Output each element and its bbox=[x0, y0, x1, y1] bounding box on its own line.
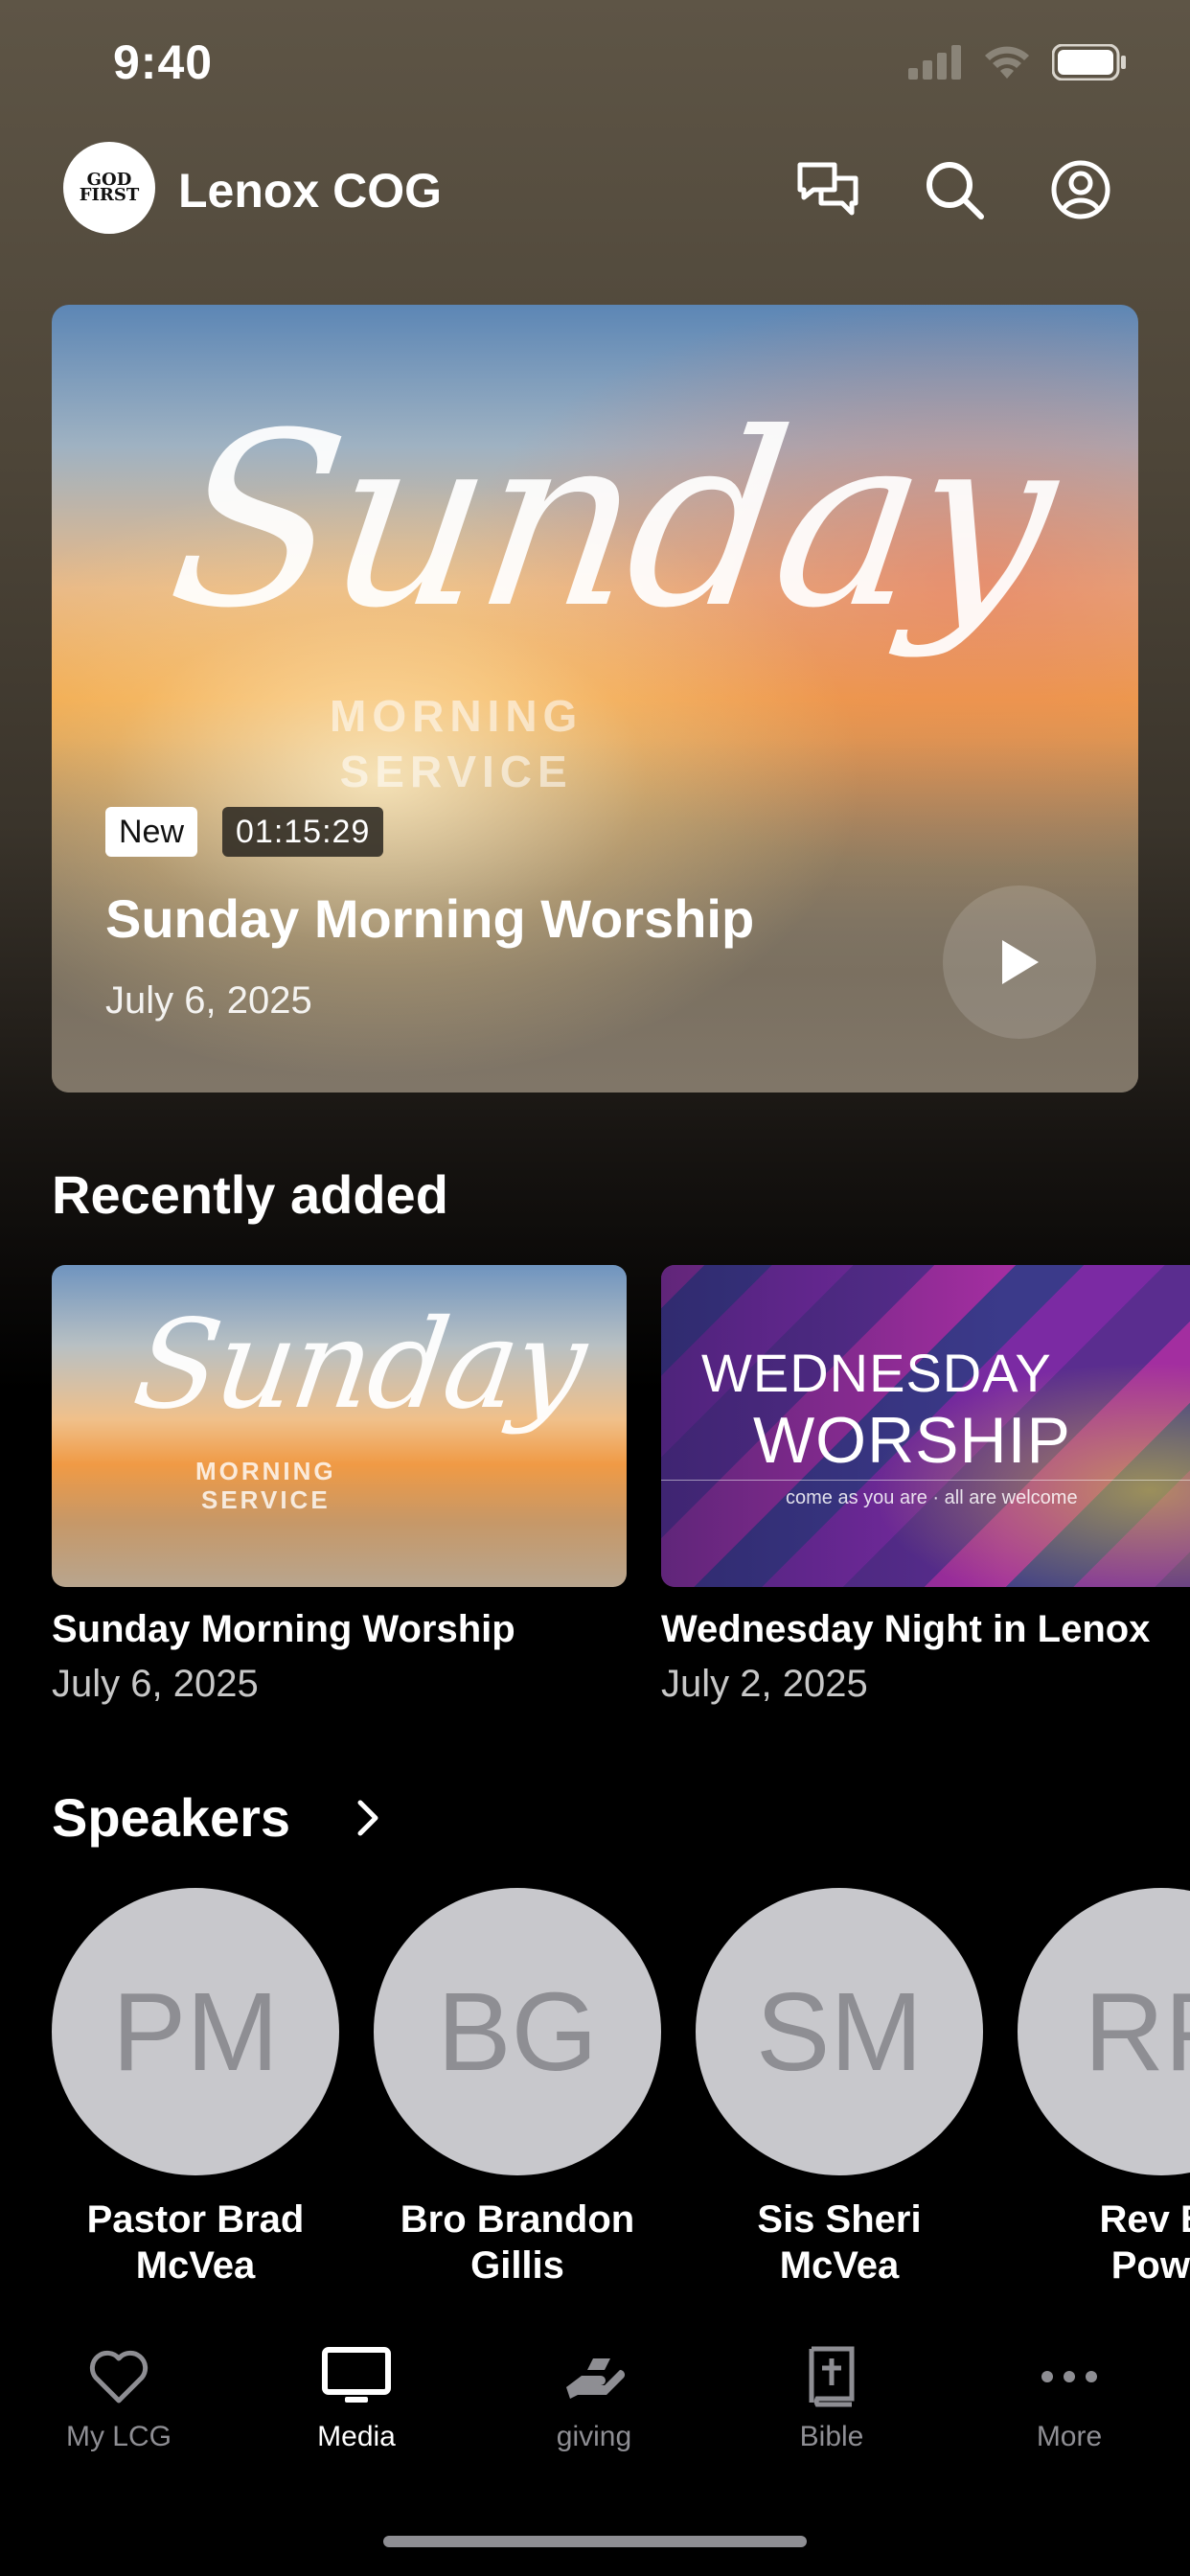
speaker-card[interactable]: RP Rev Br Powe bbox=[1018, 1888, 1190, 2288]
home-indicator[interactable] bbox=[383, 2536, 807, 2547]
chevron-right-icon[interactable] bbox=[349, 1794, 387, 1842]
recent-item-thumbnail: WEDNESDAY WORSHIP come as you are · all … bbox=[661, 1265, 1190, 1587]
recent-item-card[interactable]: Sunday MORNING SERVICE Sunday Morning Wo… bbox=[52, 1265, 627, 1706]
wifi-icon bbox=[983, 44, 1031, 85]
tab-bar: My LCG Media giving Bible More bbox=[0, 2338, 1190, 2472]
recent-item-title: Sunday Morning Worship bbox=[52, 1608, 515, 1650]
speaker-avatar: RP bbox=[1018, 1888, 1190, 2175]
more-dots-icon bbox=[973, 2338, 1165, 2415]
battery-icon bbox=[1051, 43, 1127, 85]
tab-label: My LCG bbox=[65, 2421, 172, 2452]
tab-label: Bible bbox=[799, 2421, 864, 2452]
speaker-avatar: BG bbox=[374, 1888, 661, 2175]
speaker-name: Bro Brandon Gillis bbox=[400, 2198, 635, 2287]
tab-bible[interactable]: Bible bbox=[736, 2338, 927, 2472]
speaker-card[interactable]: PM Pastor Brad McVea bbox=[52, 1888, 339, 2288]
play-icon bbox=[1002, 940, 1039, 984]
chat-icon[interactable] bbox=[793, 155, 862, 224]
tab-label: More bbox=[1036, 2421, 1103, 2452]
status-icons bbox=[908, 43, 1127, 85]
duration-badge: 01:15:29 bbox=[222, 807, 384, 857]
profile-icon[interactable] bbox=[1046, 155, 1115, 224]
tab-label: Media bbox=[317, 2421, 396, 2452]
tab-more[interactable]: More bbox=[973, 2338, 1165, 2472]
recently-added-heading: Recently added bbox=[52, 1164, 448, 1225]
bible-icon bbox=[736, 2338, 927, 2415]
recent-item-title: Wednesday Night in Lenox bbox=[661, 1608, 1151, 1650]
church-logo-text: GOD FIRST bbox=[79, 170, 140, 205]
media-screen: 9:40 GOD FIRST Lenox COG Sunday MORNING … bbox=[0, 0, 1190, 2576]
church-logo[interactable]: GOD FIRST bbox=[63, 142, 155, 234]
status-bar: 9:40 bbox=[0, 0, 1190, 134]
speaker-avatar: PM bbox=[52, 1888, 339, 2175]
hero-art-script: Sunday bbox=[156, 381, 1066, 660]
featured-date: July 6, 2025 bbox=[105, 979, 312, 1022]
tv-icon bbox=[261, 2338, 452, 2415]
speaker-card[interactable]: BG Bro Brandon Gillis bbox=[374, 1888, 661, 2288]
featured-video-card[interactable]: Sunday MORNING SERVICE New 01:15:29 Sund… bbox=[52, 305, 1138, 1092]
status-time: 9:40 bbox=[113, 35, 214, 89]
hero-art-subtitle: MORNING SERVICE bbox=[330, 691, 584, 796]
giving-hand-icon bbox=[498, 2338, 690, 2415]
play-button[interactable] bbox=[943, 886, 1096, 1039]
speaker-name: Pastor Brad McVea bbox=[86, 2198, 305, 2287]
speaker-avatar: SM bbox=[696, 1888, 983, 2175]
cellular-signal-icon bbox=[908, 45, 962, 84]
tab-giving[interactable]: giving bbox=[498, 2338, 690, 2472]
recent-item-date: July 6, 2025 bbox=[52, 1663, 259, 1705]
app-header: GOD FIRST Lenox COG bbox=[0, 142, 1190, 238]
featured-title: Sunday Morning Worship bbox=[105, 888, 755, 949]
recent-item-thumbnail: Sunday MORNING SERVICE bbox=[52, 1265, 627, 1587]
speaker-name: Sis Sheri McVea bbox=[757, 2198, 922, 2287]
speaker-name: Rev Br Powe bbox=[1099, 2198, 1190, 2287]
recent-item-card[interactable]: WEDNESDAY WORSHIP come as you are · all … bbox=[661, 1265, 1190, 1706]
search-icon[interactable] bbox=[920, 155, 989, 224]
heart-icon bbox=[23, 2338, 215, 2415]
tab-media[interactable]: Media bbox=[261, 2338, 452, 2472]
tab-label: giving bbox=[556, 2421, 632, 2452]
new-badge: New bbox=[105, 807, 198, 857]
speakers-heading[interactable]: Speakers bbox=[52, 1786, 290, 1849]
tab-my-lcg[interactable]: My LCG bbox=[23, 2338, 215, 2472]
church-name: Lenox COG bbox=[178, 164, 443, 218]
speaker-card[interactable]: SM Sis Sheri McVea bbox=[696, 1888, 983, 2288]
recent-item-date: July 2, 2025 bbox=[661, 1663, 868, 1705]
